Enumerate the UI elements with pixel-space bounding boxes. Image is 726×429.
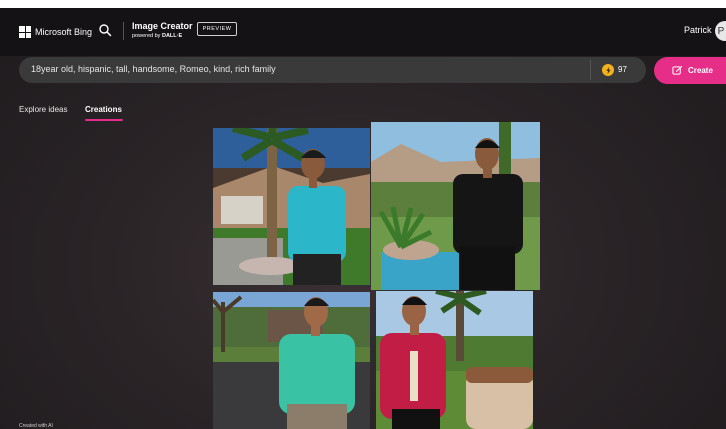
result-image-2[interactable] [371,122,540,290]
product-title[interactable]: Image Creator [132,21,193,31]
powered-by-prefix: powered by [132,33,161,39]
result-image-3[interactable] [213,292,370,429]
created-with-ai-note: Created with AI [19,423,53,429]
prompt-input[interactable]: 18year old, hispanic, tall, handsome, Ro… [31,64,276,74]
powered-by-name: DALL·E [161,33,183,39]
create-icon [672,65,683,75]
powered-by-text: powered by DALL·E [132,33,182,40]
prompt-divider [590,60,591,80]
boost-count: 97 [618,65,627,74]
avatar[interactable]: P [715,21,726,41]
microsoft-logo-icon [19,26,31,38]
header-bar: Microsoft Bing Image Creator powered by … [0,8,726,56]
bing-home-link[interactable]: Microsoft Bing [19,26,92,38]
create-button[interactable]: Create [654,57,726,84]
header-divider [123,22,124,40]
create-label: Create [688,66,713,75]
preview-badge: PREVIEW [197,22,237,36]
active-tab-indicator [85,119,123,121]
prompt-input-bar[interactable]: 18year old, hispanic, tall, handsome, Ro… [19,57,646,83]
search-icon[interactable] [98,23,112,37]
user-name[interactable]: Patrick [684,25,712,35]
top-white-strip [0,0,726,8]
tab-creations[interactable]: Creations [85,105,122,114]
result-image-4[interactable] [376,291,533,429]
tab-explore-ideas[interactable]: Explore ideas [19,105,67,114]
brand-name: Microsoft Bing [35,27,93,37]
result-image-1[interactable] [213,128,370,285]
coin-icon[interactable] [602,64,614,76]
